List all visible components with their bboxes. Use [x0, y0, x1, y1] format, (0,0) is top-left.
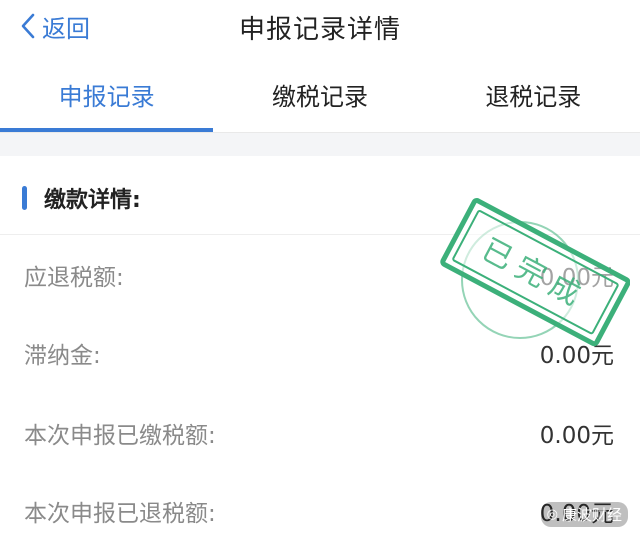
row-value: 0.00元: [539, 423, 614, 449]
row-label: 应退税额:: [24, 265, 124, 291]
row-label: 滞纳金:: [24, 343, 101, 369]
tab-bar: 申报记录 缴税记录 退税记录: [0, 64, 640, 132]
tab-payment-records[interactable]: 缴税记录: [213, 64, 426, 132]
detail-row-refund-due: 应退税额: 0.00元: [0, 236, 640, 306]
section-accent-bar: [22, 186, 27, 210]
section-header: 缴款详情:: [0, 156, 640, 235]
section-title: 缴款详情:: [44, 188, 141, 213]
row-label: 本次申报已缴税额:: [24, 423, 216, 449]
section-divider: [0, 132, 640, 157]
row-value: 0.00元: [539, 265, 614, 291]
detail-row-late-fee: 滞纳金: 0.00元: [0, 314, 640, 384]
row-label: 本次申报已退税额:: [24, 501, 216, 527]
navigation-bar: 返回 申报记录详情: [0, 0, 640, 65]
tab-refund-records[interactable]: 退税记录: [427, 64, 640, 132]
detail-row-paid-tax: 本次申报已缴税额: 0.00元: [0, 394, 640, 464]
page-title: 申报记录详情: [238, 15, 401, 45]
watermark-text: 康波财经: [561, 506, 622, 524]
watermark: ◎ 康波财经: [540, 502, 628, 527]
tab-declaration-records[interactable]: 申报记录: [0, 64, 214, 132]
watermark-icon: ◎: [546, 507, 558, 522]
row-value: 0.00元: [539, 343, 614, 369]
